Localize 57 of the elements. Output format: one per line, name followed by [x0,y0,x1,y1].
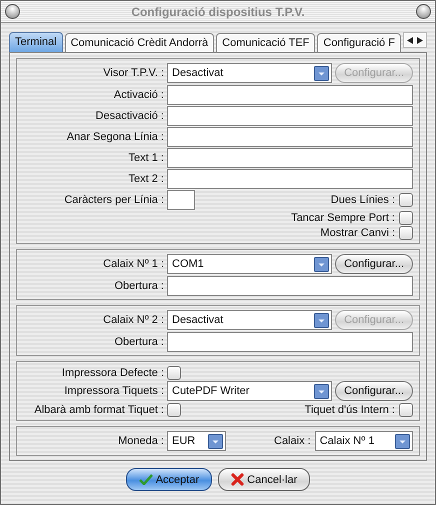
dropdown[interactable]: Calaix Nº 1 [314,431,413,451]
accept-button[interactable]: Acceptar [126,468,212,491]
check-icon [138,474,153,485]
field-label: Tancar Sempre Port : [291,212,396,224]
dropdown[interactable]: CutePDF Writer [167,381,332,401]
right-arrow-icon [416,36,423,44]
window-button[interactable] [416,4,431,19]
field-label: Obertura : [113,280,165,292]
dropdown[interactable]: EUR [167,431,226,451]
input-field[interactable] [167,168,413,188]
field-label: Anar Segona Línia : [66,130,165,142]
field-label: Calaix Nº 1 : [102,258,165,270]
tab[interactable]: Configuració F [317,33,401,52]
checkbox[interactable] [167,402,181,416]
configure-button[interactable]: Configurar... [335,381,413,401]
field-label: Calaix : [274,435,312,447]
field-label: Impressora Defecte : [60,366,165,378]
field-label: Albarà amb format Tiquet : [33,404,165,416]
field-label: Moneda : [117,435,165,447]
field-label: Activació : [112,88,165,100]
input-field[interactable] [167,332,413,352]
field-label: Desactivació : [94,110,165,122]
field-label: Visor T.P.V. : [102,67,165,79]
checkbox[interactable] [399,192,413,206]
cross-icon [231,473,244,486]
dropdown[interactable]: Desactivat [167,63,332,83]
field-label: Calaix Nº 2 : [102,314,165,326]
input-field[interactable] [167,276,413,296]
configure-button[interactable]: Configurar... [335,254,413,274]
input-field[interactable] [167,106,413,126]
input-field[interactable] [167,84,413,104]
scroll-right-button[interactable] [416,36,423,44]
dropdown[interactable]: COM1 [167,254,332,274]
input-field[interactable] [167,148,413,168]
checkbox[interactable] [399,210,413,224]
checkbox[interactable] [167,366,181,380]
field-label: Tiquet d'ús Intern : [304,404,396,416]
scroll-left-button[interactable] [406,36,413,44]
field-label: Text 2 : [128,172,165,184]
dropdown[interactable]: Desactivat [167,310,332,330]
field-label: Dues Línies : [330,194,396,206]
field-label: Impressora Tiquets : [63,385,165,397]
window-title: Configuració dispositius T.P.V. [131,4,305,18]
field-label: Text 1 : [128,152,165,164]
tab[interactable]: Terminal [9,32,63,52]
left-arrow-icon [406,36,413,44]
tab[interactable]: Comunicació Crèdit Andorrà [64,33,214,52]
tab[interactable]: Comunicació TEF [216,33,316,52]
field-label: Mostrar Canvi : [320,226,396,238]
input-field[interactable] [167,190,195,210]
field-label: Obertura : [113,336,165,348]
input-field[interactable] [167,126,413,146]
field-label: Caràcters per Línia : [63,194,165,206]
cancel-button[interactable]: Cancel·lar [218,468,310,491]
checkbox[interactable] [399,402,413,416]
window-button[interactable] [5,4,20,19]
checkbox[interactable] [399,226,413,240]
